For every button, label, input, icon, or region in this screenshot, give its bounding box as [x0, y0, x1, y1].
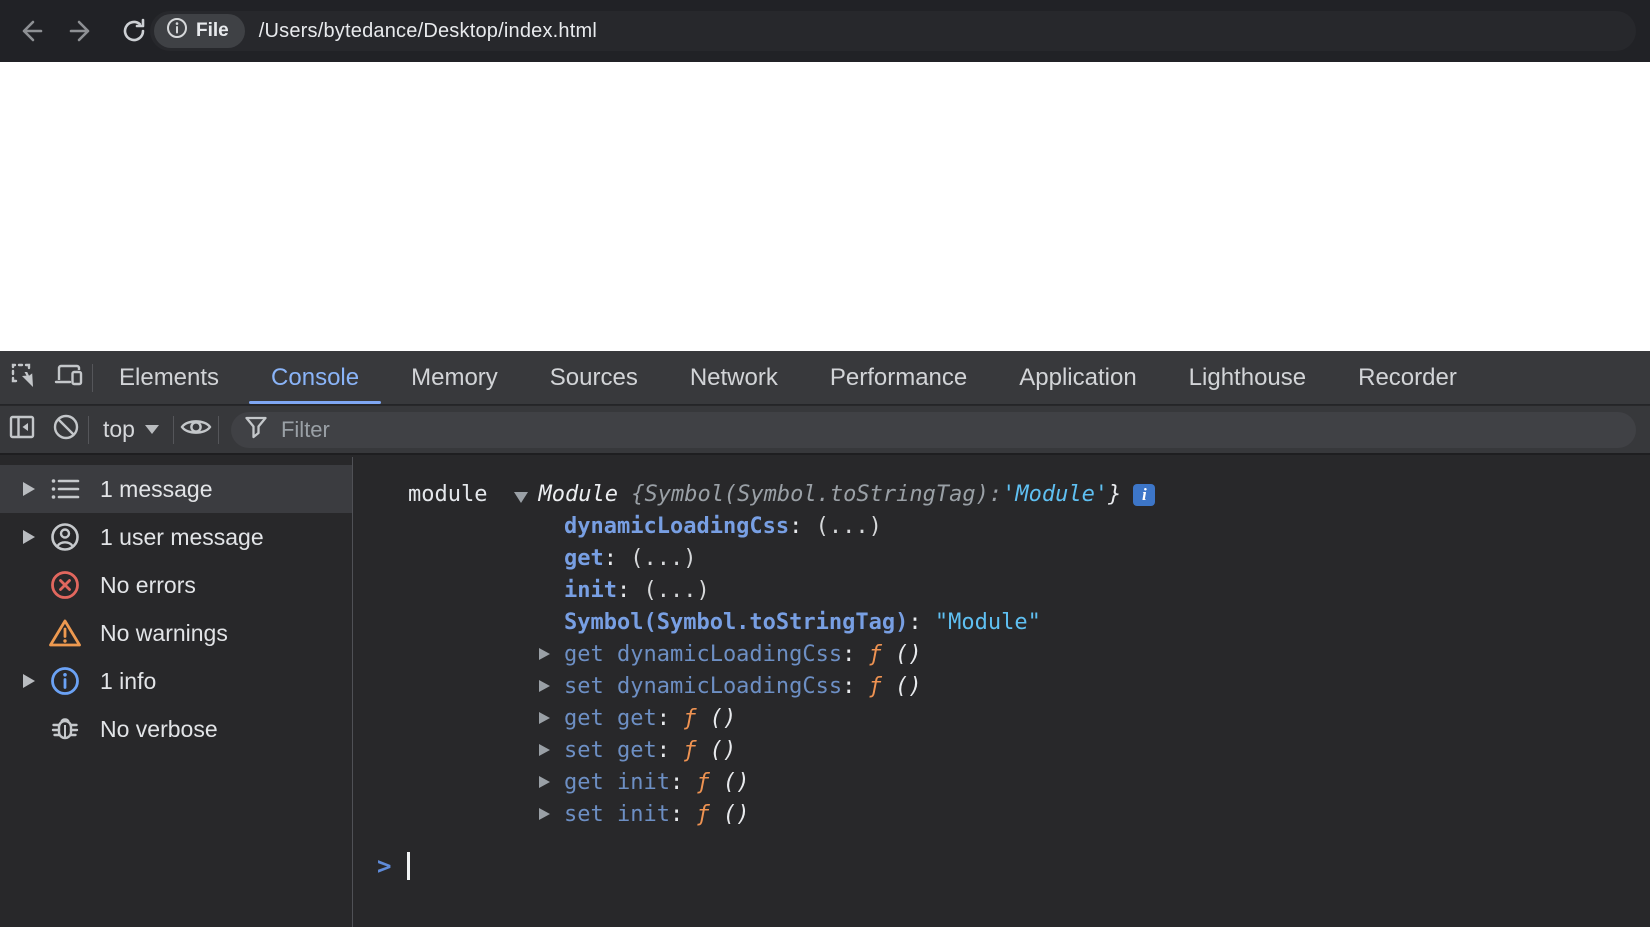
filter-funnel-icon — [243, 414, 269, 445]
tab-memory[interactable]: Memory — [385, 351, 524, 404]
toolbar-divider — [217, 415, 219, 444]
address-bar: File /Users/bytedance/Desktop/index.html — [0, 0, 1650, 62]
console-prompt[interactable]: > — [353, 849, 1650, 883]
context-selector[interactable]: top — [89, 416, 173, 443]
getter-row: set get: ƒ () — [353, 735, 1650, 767]
expand-arrow-icon[interactable] — [539, 744, 550, 756]
device-toolbar-icon — [54, 362, 84, 393]
property-row: get: (...) — [564, 546, 697, 571]
devtools-panel: Elements Console Memory Sources Network … — [0, 351, 1650, 927]
sidebar-item-messages[interactable]: 1 message — [0, 465, 352, 513]
chevron-down-icon — [144, 425, 159, 434]
object-preview: {Symbol(Symbol.toStringTag): — [631, 482, 1003, 507]
expand-arrow-icon[interactable] — [539, 712, 550, 724]
property-row: Symbol(Symbol.toStringTag): "Module" — [564, 610, 1041, 635]
info-icon — [166, 17, 188, 45]
error-icon — [48, 569, 82, 601]
tab-application[interactable]: Application — [993, 351, 1162, 404]
reload-icon — [121, 18, 147, 44]
sidebar-item-warnings[interactable]: No warnings — [0, 609, 352, 657]
back-arrow-icon — [17, 18, 43, 44]
getter-row: get dynamicLoadingCss: ƒ () — [353, 639, 1650, 671]
forward-button[interactable] — [60, 9, 104, 53]
console-message-row: module Module {Symbol(Symbol.toStringTag… — [353, 479, 1650, 511]
url-text: /Users/bytedance/Desktop/index.html — [258, 19, 598, 42]
back-button[interactable] — [8, 9, 52, 53]
toggle-console-sidebar-button[interactable] — [0, 410, 44, 450]
filter-box[interactable] — [230, 411, 1636, 448]
console-body: 1 message 1 user message No errors No wa… — [0, 457, 1650, 927]
tab-recorder[interactable]: Recorder — [1332, 351, 1483, 404]
sidebar-item-errors[interactable]: No errors — [0, 561, 352, 609]
sidebar-item-label: 1 user message — [100, 523, 264, 550]
property-row: dynamicLoadingCss: (...) — [564, 514, 882, 539]
sidebar-item-label: No warnings — [100, 619, 228, 646]
prompt-chevron-icon: > — [377, 852, 392, 880]
sidebar-item-label: No errors — [100, 571, 196, 598]
bug-icon — [48, 713, 82, 745]
console-info-badge-icon[interactable]: i — [1133, 484, 1156, 506]
toggle-device-toolbar-button[interactable] — [46, 351, 92, 404]
tab-performance[interactable]: Performance — [804, 351, 993, 404]
sidebar-item-label: No verbose — [100, 715, 218, 742]
context-selector-value: top — [103, 416, 135, 442]
getter-row: set init: ƒ () — [353, 799, 1650, 831]
sidebar-item-label: 1 info — [100, 667, 157, 694]
live-expression-button[interactable] — [174, 410, 218, 450]
clear-console-button[interactable] — [44, 410, 88, 450]
expand-arrow-icon[interactable] — [23, 674, 35, 688]
forward-arrow-icon — [69, 18, 95, 44]
console-toolbar: top — [0, 406, 1650, 455]
tab-console[interactable]: Console — [245, 351, 385, 404]
getter-row: set dynamicLoadingCss: ƒ () — [353, 671, 1650, 703]
page-content — [0, 62, 1650, 351]
expand-arrow-icon[interactable] — [539, 776, 550, 788]
getter-row: get init: ƒ () — [353, 767, 1650, 799]
eye-icon — [179, 414, 213, 445]
expand-arrow-icon[interactable] — [539, 648, 550, 660]
sidebar-item-info[interactable]: 1 info — [0, 657, 352, 705]
object-preview-close: } — [1108, 482, 1122, 507]
text-cursor — [407, 852, 411, 880]
clear-console-icon — [52, 413, 80, 446]
console-output[interactable]: module Module {Symbol(Symbol.toStringTag… — [353, 457, 1650, 927]
expand-arrow-icon[interactable] — [539, 808, 550, 820]
console-sidebar: 1 message 1 user message No errors No wa… — [0, 457, 353, 927]
sidebar-panel-icon — [8, 414, 36, 445]
warning-icon — [48, 618, 82, 648]
expand-arrow-icon[interactable] — [539, 680, 550, 692]
inspect-element-button[interactable] — [0, 351, 46, 404]
user-icon — [48, 521, 82, 553]
object-class: Module — [538, 482, 618, 507]
getter-row: get get: ƒ () — [353, 703, 1650, 735]
scheme-chip-label: File — [196, 20, 229, 41]
devtools-tabbar: Elements Console Memory Sources Network … — [0, 351, 1650, 405]
expand-arrow-icon[interactable] — [23, 482, 35, 496]
info-icon — [48, 665, 82, 697]
tab-lighthouse[interactable]: Lighthouse — [1163, 351, 1332, 404]
property-row: init: (...) — [564, 578, 710, 603]
sidebar-item-label: 1 message — [100, 475, 213, 502]
collapse-arrow-icon[interactable] — [514, 491, 529, 503]
expand-arrow-icon[interactable] — [23, 530, 35, 544]
sidebar-item-verbose[interactable]: No verbose — [0, 705, 352, 753]
scheme-chip[interactable]: File — [154, 14, 245, 48]
sidebar-item-user-messages[interactable]: 1 user message — [0, 513, 352, 561]
list-icon — [48, 476, 82, 502]
tab-sources[interactable]: Sources — [524, 351, 664, 404]
omnibox[interactable]: File /Users/bytedance/Desktop/index.html — [150, 11, 1636, 51]
logged-variable: module — [408, 482, 488, 507]
tab-elements[interactable]: Elements — [93, 351, 245, 404]
tab-network[interactable]: Network — [664, 351, 804, 404]
object-preview-string: 'Module' — [1002, 482, 1109, 507]
filter-input[interactable] — [280, 416, 581, 443]
inspect-cursor-icon — [9, 361, 37, 394]
